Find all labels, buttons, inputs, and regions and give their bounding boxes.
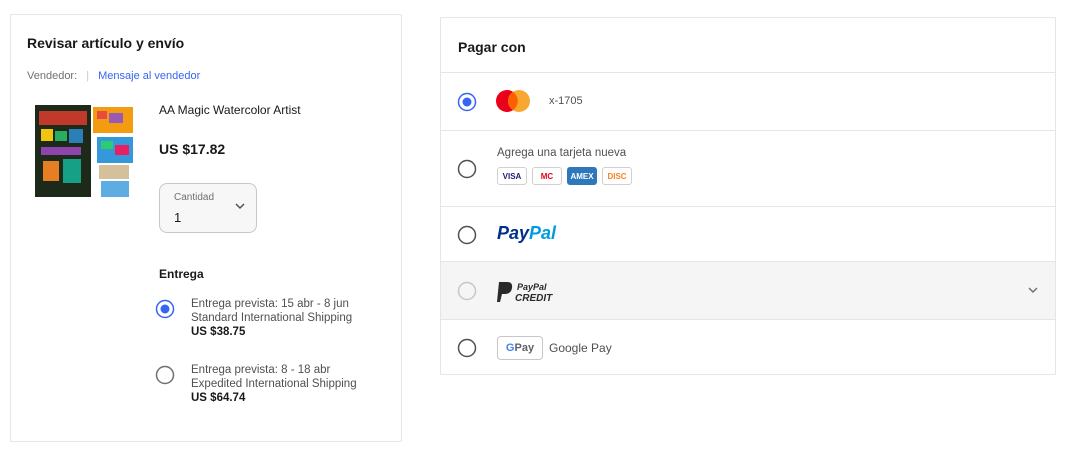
- message-seller-link[interactable]: Mensaje al vendedor: [98, 70, 200, 82]
- review-item-panel: Revisar artículo y envío Vendedor: | Men…: [10, 14, 402, 442]
- shipping-eta: Entrega prevista: 8 - 18 abr: [191, 364, 331, 376]
- quantity-label: Cantidad: [174, 192, 215, 203]
- shipping-option-text: Entrega prevista: 8 - 18 abr Expedited I…: [191, 363, 405, 405]
- seller-row: Vendedor: | Mensaje al vendedor: [27, 70, 200, 82]
- radio-disabled-icon[interactable]: [457, 281, 477, 301]
- payment-title: Pagar con: [441, 18, 1055, 73]
- delivery-heading: Entrega: [159, 267, 204, 281]
- shipping-price: US $64.74: [191, 392, 246, 404]
- shipping-service: Standard International Shipping: [191, 312, 353, 324]
- card-logos: VISA MC AMEX DISC: [497, 167, 632, 185]
- payment-option-paypal[interactable]: PayPal: [441, 207, 1055, 262]
- radio-unselected-icon[interactable]: [457, 225, 477, 245]
- add-card-label: Agrega una tarjeta nueva: [497, 147, 627, 159]
- shipping-option-text: Entrega prevista: 15 abr - 8 jun Standar…: [191, 297, 405, 339]
- payment-panel: Pagar con x-1705 Agrega una tarjeta nuev…: [440, 17, 1056, 375]
- payment-option-paypal-credit[interactable]: PayPal CREDIT: [441, 262, 1055, 320]
- shipping-service: Expedited International Shipping: [191, 378, 357, 390]
- paypal-credit-logo: PayPal CREDIT: [497, 282, 553, 304]
- product-title[interactable]: AA Magic Watercolor Artist: [159, 103, 359, 117]
- svg-text:CREDIT: CREDIT: [515, 293, 553, 304]
- payment-option-google-pay[interactable]: G Pay Google Pay: [441, 320, 1055, 376]
- google-pay-icon: G Pay: [497, 336, 543, 360]
- quantity-value: 1: [174, 210, 182, 225]
- radio-selected-icon[interactable]: [155, 299, 175, 319]
- radio-unselected-icon[interactable]: [457, 159, 477, 179]
- amex-icon: AMEX: [567, 167, 597, 185]
- review-title: Revisar artículo y envío: [27, 35, 185, 51]
- shipping-eta: Entrega prevista: 15 abr - 8 jun: [191, 298, 349, 310]
- paypal-logo: PayPal: [497, 223, 557, 243]
- radio-unselected-icon[interactable]: [457, 338, 477, 358]
- product-price: US $17.82: [159, 141, 226, 157]
- discover-icon: DISC: [602, 167, 632, 185]
- seller-label: Vendedor:: [27, 70, 81, 82]
- seller-separator: |: [86, 70, 90, 82]
- product-image[interactable]: [33, 101, 137, 205]
- mastercard-small-icon: MC: [532, 167, 562, 185]
- svg-text:PayPal: PayPal: [517, 282, 547, 292]
- payment-option-add-card[interactable]: Agrega una tarjeta nueva VISA MC AMEX DI…: [441, 131, 1055, 207]
- chevron-down-icon: [235, 203, 245, 210]
- radio-selected-icon[interactable]: [457, 92, 477, 112]
- chevron-down-icon[interactable]: [1027, 284, 1039, 296]
- quantity-select[interactable]: Cantidad 1: [159, 183, 257, 233]
- radio-unselected-icon[interactable]: [155, 365, 175, 385]
- mastercard-icon: [496, 90, 530, 112]
- shipping-price: US $38.75: [191, 326, 246, 338]
- visa-icon: VISA: [497, 167, 527, 185]
- google-pay-label: Google Pay: [549, 341, 612, 355]
- payment-option-saved-card[interactable]: x-1705: [441, 73, 1055, 131]
- card-last-digits: x-1705: [549, 95, 583, 107]
